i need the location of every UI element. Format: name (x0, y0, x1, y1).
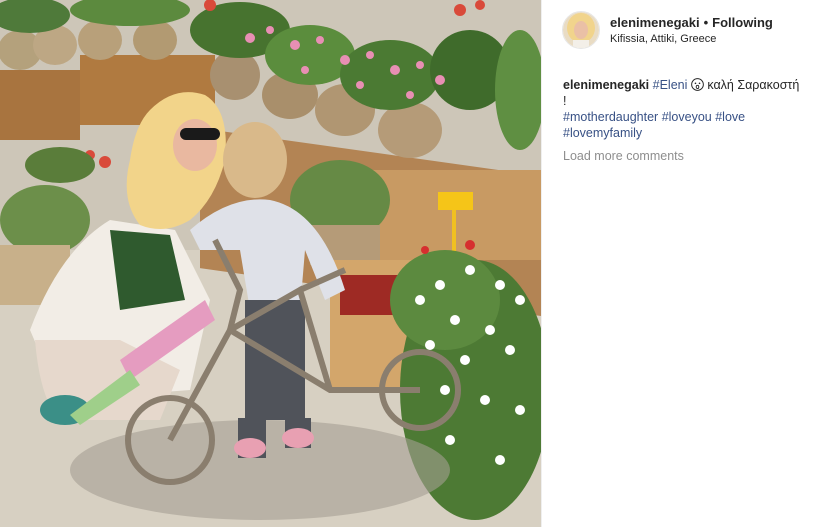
separator-dot: • (703, 15, 709, 30)
username-link[interactable]: elenimenegaki (610, 16, 700, 29)
hashtag-link[interactable]: #Eleni (653, 78, 688, 92)
hashtag-link[interactable]: #loveyou (662, 110, 712, 124)
post-caption: elenimenegaki #Eleni καλή Σαρακοστή ! #m… (563, 77, 803, 141)
caption-exclamation: ! (563, 94, 567, 108)
hashtag-link[interactable]: #love (715, 110, 745, 124)
hashtag-link[interactable]: #lovemyfamily (563, 126, 642, 140)
header-text: elenimenegaki • Following Kifissia, Atti… (610, 11, 773, 45)
photo-illustration (0, 0, 541, 527)
avatar-image (563, 12, 599, 48)
instagram-post: elenimenegaki • Following Kifissia, Atti… (0, 0, 840, 527)
caption-text: καλή Σαρακοστή (707, 78, 800, 92)
post-photo[interactable] (0, 0, 541, 527)
kiss-face-emoji-icon (691, 78, 704, 91)
avatar[interactable] (562, 11, 600, 49)
location-link[interactable]: Kifissia, Attiki, Greece (610, 34, 773, 45)
load-more-comments-button[interactable]: Load more comments (563, 149, 684, 163)
post-header: elenimenegaki • Following Kifissia, Atti… (562, 11, 773, 49)
following-button[interactable]: Following (712, 16, 773, 29)
hashtag-link[interactable]: #motherdaughter (563, 110, 658, 124)
header-line: elenimenegaki • Following (610, 16, 773, 29)
post-sidebar: elenimenegaki • Following Kifissia, Atti… (541, 0, 840, 527)
caption-username-link[interactable]: elenimenegaki (563, 78, 649, 92)
